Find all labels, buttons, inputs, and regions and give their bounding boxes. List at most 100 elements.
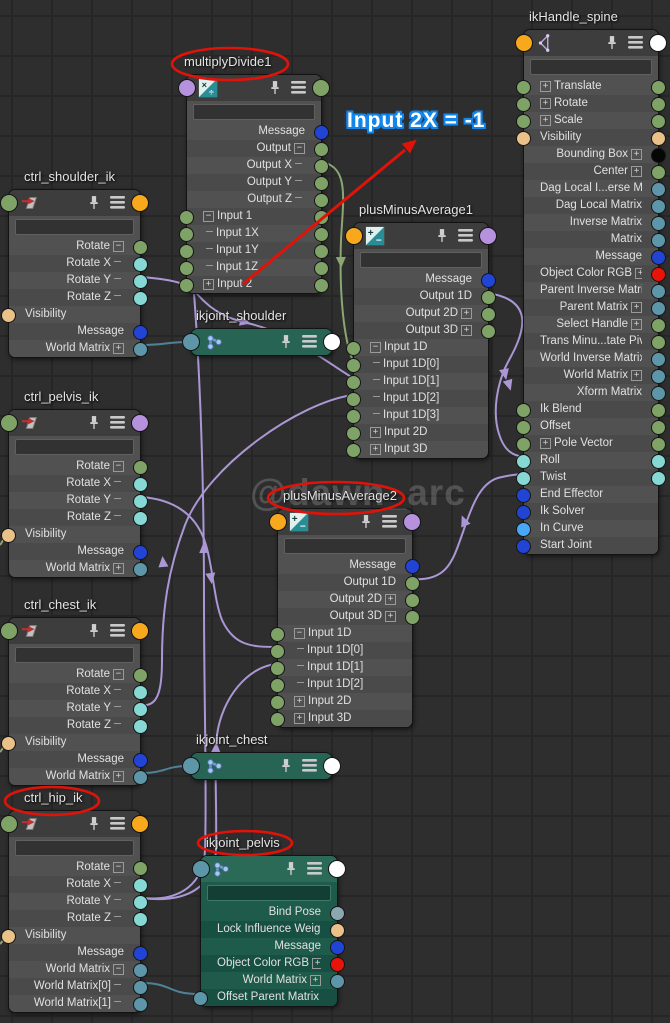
socket-green[interactable] (346, 426, 361, 441)
socket-purple[interactable] (178, 79, 196, 97)
socket-blue[interactable] (133, 946, 148, 961)
socket-teal[interactable] (651, 301, 666, 316)
socket-green[interactable] (516, 420, 531, 435)
socket-teal[interactable] (133, 342, 148, 357)
socket-green[interactable] (516, 114, 531, 129)
menu-icon[interactable] (109, 195, 126, 210)
menu-icon[interactable] (109, 623, 126, 638)
pin-icon[interactable] (280, 757, 292, 774)
menu-icon[interactable] (457, 228, 474, 243)
socket-orange[interactable] (131, 815, 149, 833)
socket-white[interactable] (649, 34, 667, 52)
expand-toggle-icon[interactable]: + (370, 427, 381, 438)
expand-toggle-icon[interactable]: − (113, 862, 124, 873)
socket-cyan[interactable] (516, 471, 531, 486)
wire-ctrl_hip_ik.worldMatrix0-to-ikjoint_pelvis.offsetParentMatrix[interactable] (141, 982, 199, 995)
node-header[interactable]: × ÷ (178, 75, 330, 101)
socket-orange[interactable] (131, 622, 149, 640)
socket-purple[interactable] (479, 227, 497, 245)
expand-toggle-icon[interactable]: + (631, 302, 642, 313)
menu-icon[interactable] (290, 80, 307, 95)
socket-green[interactable] (179, 244, 194, 259)
socket-green[interactable] (270, 695, 285, 710)
socket-green[interactable] (314, 244, 329, 259)
expand-toggle-icon[interactable]: + (631, 370, 642, 381)
socket-green[interactable] (651, 403, 666, 418)
socket-blue[interactable] (651, 250, 666, 265)
socket-green[interactable] (179, 210, 194, 225)
socket-cyan[interactable] (651, 471, 666, 486)
node-ikjoint_chest[interactable] (182, 752, 341, 780)
socket-peach[interactable] (1, 736, 16, 751)
socket-cyan[interactable] (133, 291, 148, 306)
socket-cyan[interactable] (133, 912, 148, 927)
expand-toggle-icon[interactable]: + (540, 438, 551, 449)
node-ctrl_pelvis_ik[interactable]: Rotate − Rotate X Rotate Y Rotate Z Visibilit… (0, 409, 149, 578)
socket-green[interactable] (133, 861, 148, 876)
socket-green[interactable] (346, 392, 361, 407)
node-header[interactable] (182, 753, 341, 779)
expand-toggle-icon[interactable]: − (370, 342, 381, 353)
expand-toggle-icon[interactable]: + (294, 696, 305, 707)
socket-teal[interactable] (182, 757, 200, 775)
socket-green[interactable] (0, 622, 18, 640)
socket-green[interactable] (314, 142, 329, 157)
menu-icon[interactable] (301, 334, 318, 349)
node-header[interactable] (0, 618, 149, 644)
socket-green[interactable] (516, 80, 531, 95)
node-name-field[interactable] (284, 538, 406, 554)
socket-green[interactable] (481, 307, 496, 322)
socket-green[interactable] (270, 627, 285, 642)
socket-blue[interactable] (133, 325, 148, 340)
socket-steel[interactable] (330, 906, 345, 921)
expand-toggle-icon[interactable]: − (294, 143, 305, 154)
node-header[interactable] (0, 410, 149, 436)
socket-green[interactable] (405, 593, 420, 608)
node-multiplyDivide1[interactable]: × ÷ Message Output − Output X Output Y Output Z… (178, 74, 330, 294)
node-header[interactable] (182, 329, 341, 355)
socket-cyan[interactable] (133, 878, 148, 893)
socket-teal[interactable] (651, 216, 666, 231)
expand-toggle-icon[interactable]: + (310, 975, 321, 986)
expand-toggle-icon[interactable]: + (113, 771, 124, 782)
socket-green[interactable] (270, 644, 285, 659)
pin-icon[interactable] (606, 34, 618, 51)
pin-icon[interactable] (280, 333, 292, 350)
expand-toggle-icon[interactable]: + (540, 81, 551, 92)
expand-toggle-icon[interactable]: − (294, 628, 305, 639)
socket-peach[interactable] (330, 923, 345, 938)
socket-green[interactable] (179, 261, 194, 276)
pin-icon[interactable] (360, 513, 372, 530)
socket-cyan[interactable] (133, 685, 148, 700)
socket-teal[interactable] (133, 562, 148, 577)
socket-white[interactable] (323, 333, 341, 351)
socket-green[interactable] (314, 159, 329, 174)
menu-icon[interactable] (627, 35, 644, 50)
socket-green[interactable] (346, 443, 361, 458)
socket-cyan[interactable] (133, 477, 148, 492)
socket-teal[interactable] (651, 369, 666, 384)
socket-teal[interactable] (651, 199, 666, 214)
node-header[interactable] (192, 856, 346, 882)
menu-icon[interactable] (109, 415, 126, 430)
expand-toggle-icon[interactable]: + (631, 149, 642, 160)
socket-green[interactable] (314, 193, 329, 208)
pin-icon[interactable] (88, 622, 100, 639)
socket-green[interactable] (314, 176, 329, 191)
expand-toggle-icon[interactable]: + (540, 115, 551, 126)
pin-icon[interactable] (88, 194, 100, 211)
pin-icon[interactable] (88, 414, 100, 431)
menu-icon[interactable] (109, 816, 126, 831)
expand-toggle-icon[interactable]: + (540, 98, 551, 109)
node-name-field[interactable] (360, 252, 482, 268)
socket-green[interactable] (651, 318, 666, 333)
socket-green[interactable] (133, 460, 148, 475)
expand-toggle-icon[interactable]: − (203, 211, 214, 222)
pin-icon[interactable] (269, 79, 281, 96)
expand-toggle-icon[interactable]: + (203, 279, 214, 290)
socket-peach[interactable] (1, 528, 16, 543)
socket-white[interactable] (323, 757, 341, 775)
socket-green[interactable] (651, 437, 666, 452)
socket-green[interactable] (314, 210, 329, 225)
socket-teal[interactable] (651, 352, 666, 367)
